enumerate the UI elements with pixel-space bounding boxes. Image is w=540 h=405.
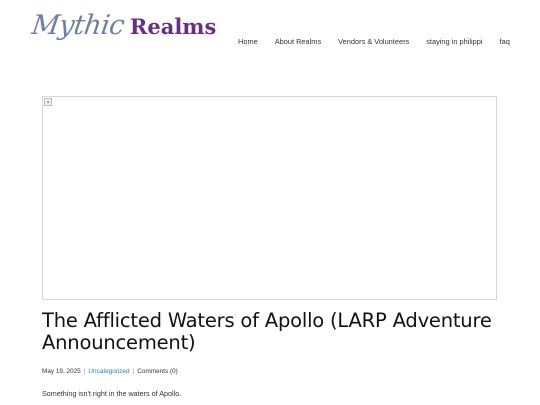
post-category-link[interactable]: Uncategorized xyxy=(88,368,129,375)
main-nav: Home About Realms Vendors & Volunteers s… xyxy=(238,37,510,46)
site-logo[interactable]: Mythic Realms xyxy=(29,10,217,48)
meta-separator: | xyxy=(132,368,135,375)
post-excerpt: Something isn't right in the waters of A… xyxy=(42,389,182,398)
site-header: Mythic Realms Home About Realms Vendors … xyxy=(0,0,540,80)
nav-item-home[interactable]: Home xyxy=(238,37,258,46)
logo-bold-text: Realms xyxy=(129,14,217,39)
broken-image-icon xyxy=(44,98,52,106)
nav-item-staying-in-philippi[interactable]: staying in philippi xyxy=(426,37,482,46)
nav-item-about-realms[interactable]: About Realms xyxy=(275,37,321,46)
post-meta: May 19, 2025 | Uncategorized | Comments (0) xyxy=(42,368,178,375)
post-date: May 19, 2025 xyxy=(42,368,81,375)
post-comments[interactable]: Comments (0) xyxy=(137,368,177,375)
logo-script-text: Mythic xyxy=(29,10,127,41)
nav-item-vendors-volunteers[interactable]: Vendors & Volunteers xyxy=(338,37,409,46)
post-title[interactable]: The Afflicted Waters of Apollo (LARP Adv… xyxy=(42,310,502,354)
featured-image[interactable] xyxy=(42,96,497,300)
meta-separator: | xyxy=(83,368,86,375)
nav-item-faq[interactable]: faq xyxy=(500,37,510,46)
